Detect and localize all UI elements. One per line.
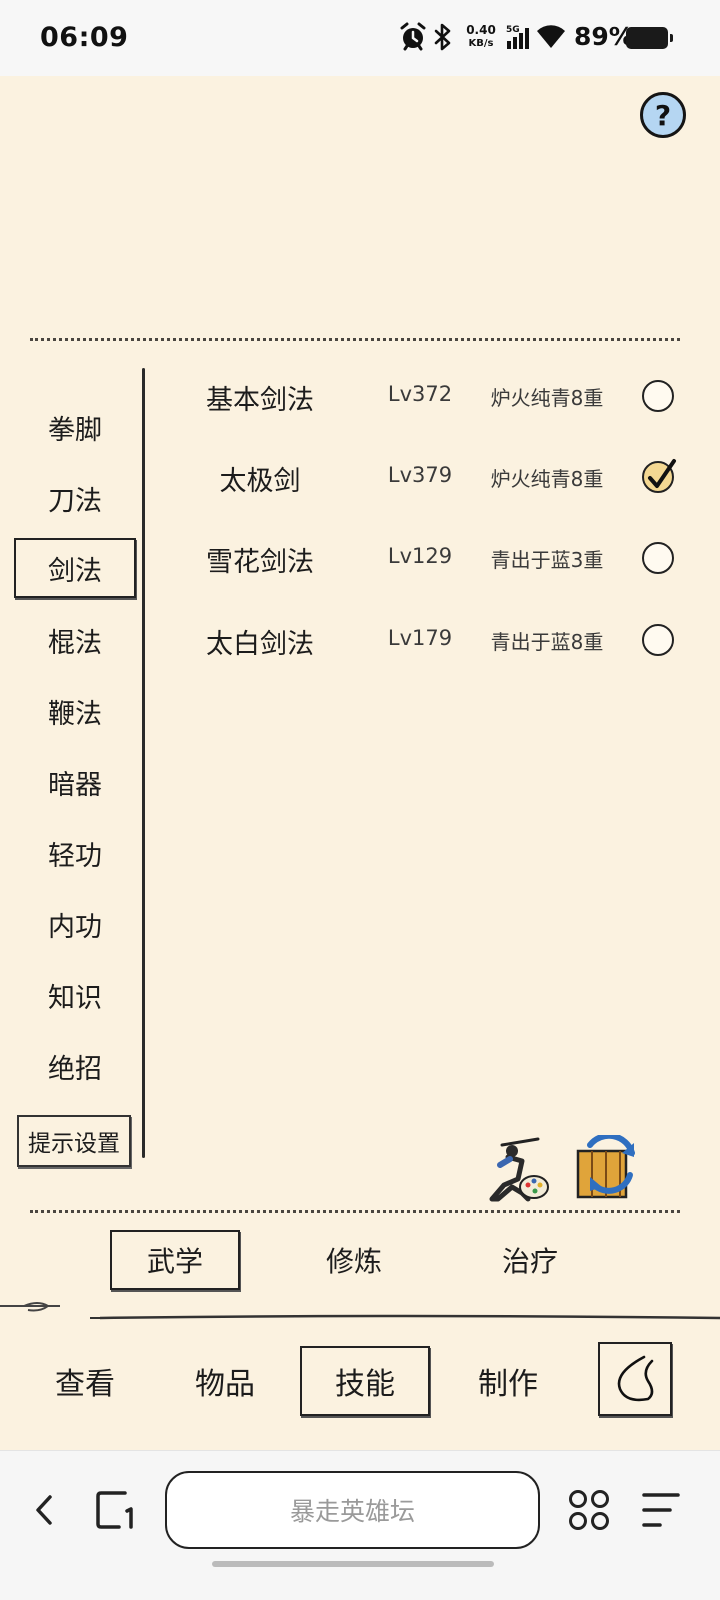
category-sword[interactable]: 剑法 (14, 538, 136, 598)
skill-radio[interactable] (642, 380, 674, 412)
skill-name: 太极剑 (219, 466, 301, 497)
bluetooth-icon (434, 23, 451, 51)
skill-name: 基本剑法 (206, 385, 314, 416)
category-inner-skill[interactable]: 内功 (14, 894, 136, 954)
tab-view[interactable]: 查看 (20, 1346, 150, 1416)
subtab-training[interactable]: 修炼 (289, 1230, 419, 1290)
signal-icon: 5G (506, 25, 529, 49)
subtab-martial-arts[interactable]: 武学 (110, 1230, 240, 1290)
skill-row[interactable]: 太极剑 Lv379 炉火纯青8重 (160, 447, 690, 507)
brush-divider (0, 1302, 720, 1320)
address-bar[interactable]: 暴走英雄坛 (165, 1471, 540, 1549)
status-time: 06:09 (40, 22, 129, 53)
tabs-icon[interactable] (95, 1489, 137, 1531)
skill-level: Lv179 (387, 626, 453, 650)
browser-bar: 暴走英雄坛 (0, 1450, 720, 1600)
skill-radio[interactable] (642, 624, 674, 656)
tab-label: 查看 (55, 1367, 115, 1402)
category-staff[interactable]: 棍法 (14, 610, 136, 670)
book-swap-icon[interactable] (572, 1135, 644, 1205)
checkmark-icon (648, 459, 676, 488)
tab-label: 物品 (195, 1367, 255, 1402)
subtab-label: 治疗 (501, 1245, 558, 1278)
skill-level: Lv379 (387, 463, 453, 487)
subtab-healing[interactable]: 治疗 (465, 1230, 595, 1290)
status-bar: 06:09 0.40 KB/s 5G 89% (0, 0, 720, 76)
skill-tier: 炉火纯青8重 (490, 467, 604, 491)
network-type-label: 5G (506, 25, 520, 35)
tab-crafting[interactable]: 制作 (443, 1346, 573, 1416)
category-label: 知识 (48, 982, 102, 1014)
skill-tier: 青出于蓝3重 (490, 548, 604, 572)
tab-label: 技能 (335, 1367, 395, 1402)
alarm-icon (400, 22, 426, 51)
category-label: 鞭法 (48, 698, 102, 730)
tab-label: 制作 (478, 1367, 538, 1402)
network-speed-value: 0.40 (466, 23, 496, 37)
subtab-label: 修炼 (325, 1245, 382, 1278)
skill-level: Lv129 (387, 544, 453, 568)
skill-row[interactable]: 雪花剑法 Lv129 青出于蓝3重 (160, 528, 690, 588)
help-icon: ? (654, 98, 672, 132)
category-lightness[interactable]: 轻功 (14, 823, 136, 883)
skill-radio[interactable] (642, 542, 674, 574)
skill-row[interactable]: 基本剑法 Lv372 炉火纯青8重 (160, 366, 690, 426)
tab-skills[interactable]: 技能 (300, 1346, 430, 1416)
category-fist[interactable]: 拳脚 (14, 397, 136, 457)
battery-percent: 89% (574, 22, 634, 51)
battery-icon (626, 27, 673, 49)
apps-grid-icon[interactable] (568, 1489, 610, 1531)
hint-settings-label: 提示设置 (28, 1131, 120, 1157)
skill-name: 雪花剑法 (206, 547, 314, 578)
category-whip[interactable]: 鞭法 (14, 681, 136, 741)
help-button[interactable]: ? (640, 92, 686, 138)
skill-row[interactable]: 太白剑法 Lv179 青出于蓝8重 (160, 610, 690, 670)
vertical-divider (142, 368, 145, 1158)
category-knowledge[interactable]: 知识 (14, 965, 136, 1025)
skill-tier: 青出于蓝8重 (490, 630, 604, 654)
skill-name: 太白剑法 (206, 629, 314, 660)
network-speed-unit: KB/s (468, 38, 494, 49)
category-label: 内功 (48, 911, 102, 943)
category-ultimate[interactable]: 绝招 (14, 1036, 136, 1096)
address-text: 暴走英雄坛 (289, 1497, 415, 1526)
category-label: 轻功 (48, 840, 102, 872)
hint-settings-button[interactable]: 提示设置 (17, 1115, 131, 1167)
category-label: 剑法 (48, 555, 102, 587)
network-speed: 0.40 KB/s (462, 24, 500, 50)
back-button[interactable] (598, 1342, 672, 1416)
category-label: 暗器 (48, 769, 102, 801)
bottom-dotted-divider (30, 1210, 680, 1213)
swordsman-icon[interactable] (482, 1135, 552, 1205)
back-arrow-icon (617, 1355, 654, 1402)
menu-icon[interactable] (640, 1491, 682, 1529)
skill-level: Lv372 (387, 382, 453, 406)
category-label: 刀法 (48, 485, 102, 517)
tab-items[interactable]: 物品 (160, 1346, 290, 1416)
back-icon[interactable] (30, 1493, 58, 1527)
category-label: 棍法 (48, 627, 102, 659)
category-blade[interactable]: 刀法 (14, 468, 136, 528)
category-hidden-weapon[interactable]: 暗器 (14, 752, 136, 812)
wifi-icon (537, 25, 565, 48)
skill-radio-checked[interactable] (642, 459, 676, 493)
home-indicator[interactable] (212, 1561, 494, 1567)
skill-tier: 炉火纯青8重 (490, 386, 604, 410)
category-label: 拳脚 (48, 414, 102, 446)
top-dotted-divider (30, 338, 680, 341)
subtab-label: 武学 (146, 1245, 203, 1278)
category-label: 绝招 (48, 1053, 102, 1085)
